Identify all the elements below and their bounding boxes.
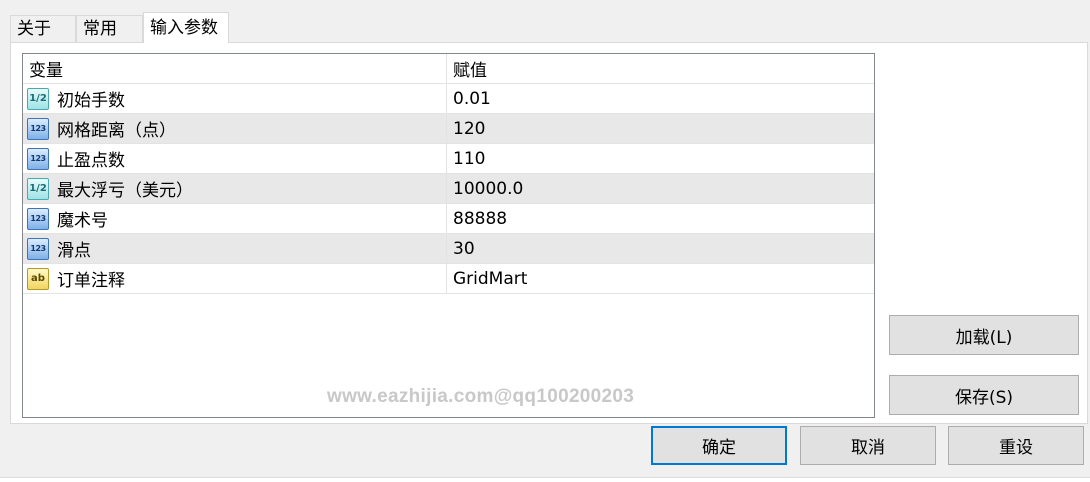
tab-common[interactable]: 常用: [76, 15, 143, 42]
param-name-cell: 123 滑点: [23, 234, 447, 263]
table-row[interactable]: 123 滑点 30: [23, 234, 874, 264]
table-row[interactable]: 1/2 最大浮亏（美元） 10000.0: [23, 174, 874, 204]
grid-header: 变量 赋值: [23, 54, 874, 84]
param-value[interactable]: 30: [447, 234, 874, 263]
column-header-value[interactable]: 赋值: [447, 54, 874, 83]
param-name: 最大浮亏（美元）: [57, 181, 193, 201]
param-name-cell: 123 魔术号: [23, 204, 447, 233]
param-value[interactable]: GridMart: [447, 264, 874, 293]
param-name-cell: 1/2 初始手数: [23, 84, 447, 113]
param-name: 网格距离（点）: [57, 121, 176, 141]
param-name: 滑点: [57, 241, 91, 261]
inputs-panel: 变量 赋值 1/2 初始手数 0.01 123 网格距离（点） 120 123 …: [10, 42, 1088, 424]
bottom-divider: [0, 477, 1090, 482]
double-type-icon: 1/2: [27, 177, 49, 200]
column-header-variable[interactable]: 变量: [23, 54, 447, 83]
tab-inputs[interactable]: 输入参数: [143, 12, 229, 43]
integer-type-icon: 123: [27, 147, 49, 170]
param-value[interactable]: 120: [447, 114, 874, 143]
table-row[interactable]: 123 止盈点数 110: [23, 144, 874, 174]
double-type-icon: 1/2: [27, 87, 49, 110]
param-name-cell: 123 网格距离（点）: [23, 114, 447, 143]
tab-about[interactable]: 关于: [10, 15, 76, 42]
reset-button[interactable]: 重设: [948, 426, 1084, 465]
table-row[interactable]: 123 网格距离（点） 120: [23, 114, 874, 144]
param-name: 魔术号: [57, 211, 108, 231]
param-name: 止盈点数: [57, 151, 125, 171]
parameters-grid: 变量 赋值 1/2 初始手数 0.01 123 网格距离（点） 120 123 …: [22, 53, 875, 418]
param-name-cell: ab 订单注释: [23, 264, 447, 293]
param-name-cell: 1/2 最大浮亏（美元）: [23, 174, 447, 203]
param-name: 订单注释: [57, 271, 125, 291]
integer-type-icon: 123: [27, 237, 49, 260]
param-value[interactable]: 10000.0: [447, 174, 874, 203]
save-button[interactable]: 保存(S): [889, 375, 1079, 415]
integer-type-icon: 123: [27, 207, 49, 230]
table-row[interactable]: 1/2 初始手数 0.01: [23, 84, 874, 114]
param-value[interactable]: 88888: [447, 204, 874, 233]
tab-bar: 关于 常用 输入参数: [10, 12, 1088, 43]
param-name: 初始手数: [57, 91, 125, 111]
integer-type-icon: 123: [27, 117, 49, 140]
string-type-icon: ab: [27, 267, 49, 290]
table-row[interactable]: 123 魔术号 88888: [23, 204, 874, 234]
load-button[interactable]: 加载(L): [889, 315, 1079, 355]
ok-button[interactable]: 确定: [651, 426, 787, 465]
cancel-button[interactable]: 取消: [800, 426, 936, 465]
watermark: www.eazhijia.com@qq100200203: [327, 386, 635, 407]
param-value[interactable]: 110: [447, 144, 874, 173]
param-value[interactable]: 0.01: [447, 84, 874, 113]
param-name-cell: 123 止盈点数: [23, 144, 447, 173]
table-row[interactable]: ab 订单注释 GridMart: [23, 264, 874, 294]
